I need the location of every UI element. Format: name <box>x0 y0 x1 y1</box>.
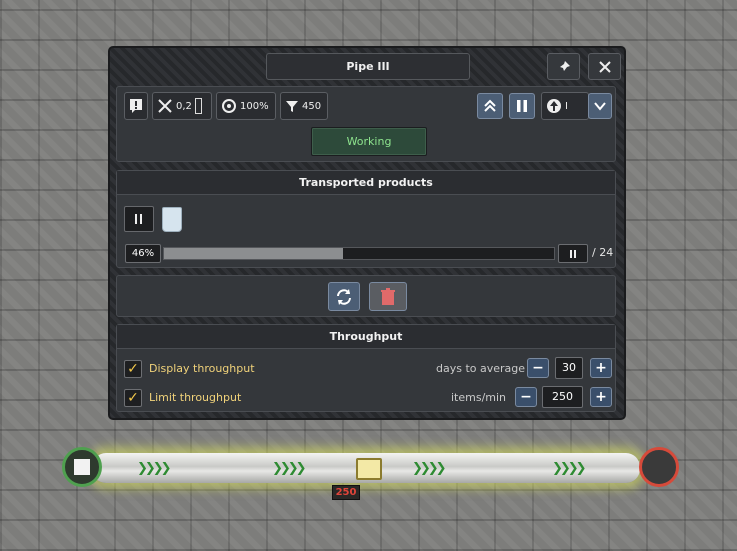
flow-arrows-icon: ❯❯❯❯ <box>412 461 447 476</box>
pipe-throughput-tag: 250 <box>332 485 360 500</box>
water-product-icon[interactable] <box>162 207 182 232</box>
priority-chip[interactable]: I <box>541 92 589 120</box>
days-to-average-input[interactable]: 30 <box>555 357 583 379</box>
flow-arrows-icon: ❯❯❯❯ <box>552 461 587 476</box>
alert-icon <box>130 99 142 113</box>
electricity-chip[interactable]: 100% <box>216 92 276 120</box>
status-badge: Working <box>311 127 427 156</box>
wrench-screwdriver-icon <box>158 99 172 113</box>
notification-button[interactable] <box>124 92 148 120</box>
maintenance-chip[interactable]: 0,2 <box>152 92 212 120</box>
pin-button[interactable] <box>547 53 580 80</box>
throughput-title: Throughput <box>117 325 615 349</box>
days-to-average-label: days to average <box>436 362 526 375</box>
checkmark-icon: ✓ <box>127 361 139 377</box>
progress-percent: 46% <box>125 244 161 263</box>
water-icon <box>74 459 90 475</box>
limit-throughput-label: Limit throughput <box>149 391 242 404</box>
filter-value: 450 <box>302 100 322 112</box>
double-chevron-up-icon <box>484 99 496 112</box>
display-throughput-label: Display throughput <box>149 362 255 375</box>
window-title: Pipe III <box>266 53 470 80</box>
limit-throughput-checkbox[interactable]: ✓ <box>124 389 142 407</box>
transported-title: Transported products <box>117 171 615 195</box>
progress-fill <box>164 248 344 259</box>
display-throughput-checkbox[interactable]: ✓ <box>124 360 142 378</box>
trash-icon <box>381 287 395 305</box>
product-slot[interactable] <box>124 206 154 232</box>
close-button[interactable] <box>588 53 621 80</box>
pause-icon <box>517 100 527 112</box>
throughput-limiter[interactable] <box>356 458 382 480</box>
chevron-down-icon <box>594 102 606 111</box>
arrow-up-circle-icon <box>547 99 561 113</box>
progress-handle[interactable] <box>558 244 588 263</box>
priority-dropdown-button[interactable] <box>588 93 612 119</box>
days-decrement-button[interactable]: − <box>527 358 549 378</box>
checkmark-icon: ✓ <box>127 390 139 406</box>
maintenance-value: 0,2 <box>176 100 192 112</box>
limit-throughput-input[interactable]: 250 <box>542 386 583 408</box>
capacity-label: / 24 <box>592 246 614 259</box>
pipe-start-connector[interactable] <box>62 447 102 487</box>
filter-icon <box>286 101 298 112</box>
limit-decrement-button[interactable]: − <box>515 387 537 407</box>
pause-button[interactable] <box>509 93 535 119</box>
items-per-min-label: items/min <box>451 391 507 404</box>
flow-arrows-icon: ❯❯❯❯ <box>137 461 172 476</box>
gear-icon <box>222 99 236 113</box>
refresh-button[interactable] <box>328 282 360 311</box>
pause-icon <box>570 250 576 258</box>
pipe-end-connector[interactable] <box>639 447 679 487</box>
close-icon <box>598 60 611 73</box>
electricity-value: 100% <box>240 100 269 112</box>
pin-icon <box>558 60 570 72</box>
flow-arrows-icon: ❯❯❯❯ <box>272 461 307 476</box>
progress-bar <box>163 247 555 260</box>
days-increment-button[interactable]: + <box>590 358 612 378</box>
upgrade-button[interactable] <box>477 93 503 119</box>
pause-icon <box>135 214 142 224</box>
filter-chip[interactable]: 450 <box>280 92 328 120</box>
maintenance-bar-icon <box>194 98 202 114</box>
refresh-icon <box>337 288 351 305</box>
priority-value: I <box>565 100 568 112</box>
actions-section <box>116 275 616 317</box>
delete-button[interactable] <box>369 282 407 311</box>
limit-increment-button[interactable]: + <box>590 387 612 407</box>
